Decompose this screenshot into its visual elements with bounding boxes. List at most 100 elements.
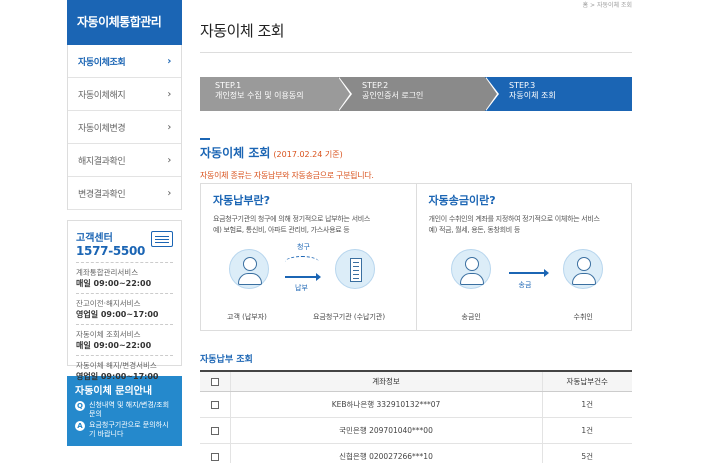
inquiry-text: 신청내역 및 해지/변경/조회 문의 (89, 401, 170, 418)
auto-payment-desc: 요금청구기관의 청구에 의해 정기적으로 납부하는 서비스 (213, 215, 370, 223)
auto-transfer-heading: 자동송금이란? (428, 194, 496, 207)
column-header-account: 계좌정보 (229, 371, 542, 392)
select-all-cell (200, 371, 230, 392)
breadcrumb[interactable]: 홈 > 자동이체 조회 (583, 0, 632, 9)
chevron-right-icon: › (167, 88, 171, 100)
claim-arrow-icon (285, 256, 319, 268)
auto-payment-example: 예) 보험료, 통신비, 아파트 관리비, 가스사용료 등 (213, 226, 350, 234)
customer-center-title: 고객센터 (76, 233, 113, 244)
sidebar-item-label: 변경결과확인 (78, 189, 126, 200)
sidebar-item-cancel-result[interactable]: 해지결과확인 › (68, 144, 181, 177)
account-cell: KEB하나은행 332910132***07 (229, 391, 542, 418)
q-badge-icon: Q (75, 401, 85, 411)
section-marker (200, 138, 210, 140)
pay-label: 납부 (295, 284, 308, 292)
sidebar-item-change-result[interactable]: 변경결과확인 › (68, 177, 181, 210)
step-label: 자동이체 조회 (509, 91, 556, 100)
step-label: 공인인증서 로그인 (362, 91, 424, 100)
inquiry-text: 요금청구기관으로 문의하시기 바랍니다 (89, 421, 169, 438)
auto-payment-table: 계좌정보 자동납부건수 KEB하나은행 332910132***07 1건 국민… (200, 370, 632, 463)
sidebar-item-label: 해지결과확인 (78, 156, 126, 167)
step-label: 개인정보 수집 및 이용동의 (215, 91, 304, 100)
step-arrow-icon (338, 77, 350, 111)
sidebar-title: 자동이체통합관리 (67, 0, 182, 45)
table-row: 국민은행 209701040***00 1건 (200, 417, 632, 444)
service-time: 매일 09:00~22:00 (76, 341, 152, 350)
auto-transfer-example: 예) 적금, 월세, 용돈, 동창회비 등 (428, 226, 521, 234)
service-name: 잔고이전·해지서비스 (76, 299, 141, 308)
table-header-row: 계좌정보 자동납부건수 (200, 371, 632, 392)
section-title-text: 자동이체 조회 (200, 146, 271, 160)
chevron-right-icon: › (167, 55, 171, 67)
info-box: 자동납부란? 요금청구기관의 청구에 의해 정기적으로 납부하는 서비스 예) … (200, 183, 632, 331)
customer-center-phone: 1577-5500 (76, 244, 146, 258)
step-number: STEP.2 (362, 81, 389, 90)
billing-org-building-icon (335, 249, 375, 289)
section-title: 자동이체 조회 (2017.02.24 기준) (200, 144, 343, 161)
step-1: STEP.1 개인정보 수집 및 이용동의 (200, 77, 352, 111)
service-hours: 잔고이전·해지서비스 영업일 09:00~17:00 (76, 293, 173, 320)
row-checkbox-cell (200, 391, 230, 418)
sender-person-icon (450, 249, 491, 289)
account-cell: 신협은행 020027266***10 (229, 443, 542, 463)
customer-center: 고객센터 1577-5500 계좌통합관리서비스 매일 09:00~22:00 … (67, 220, 182, 381)
page-title: 자동이체 조회 (200, 22, 285, 40)
step-number: STEP.1 (215, 81, 242, 90)
inquiry-row: A 요금청구기관으로 문의하시기 바랍니다 (75, 421, 174, 439)
customer-caption: 고객 (납부자) (227, 313, 267, 321)
account-cell: 국민은행 209701040***00 (229, 417, 542, 444)
service-name: 자동이체 조회서비스 (76, 330, 141, 339)
service-time: 영업일 09:00~17:00 (76, 310, 159, 319)
sidebar-item-change[interactable]: 자동이체변경 › (68, 111, 181, 144)
sidebar-item-label: 자동이체해지 (78, 90, 126, 101)
inquiry-row: Q 신청내역 및 해지/변경/조회 문의 (75, 401, 174, 419)
notice-text: 자동이체 종류는 자동납부와 자동송금으로 구분됩니다. (200, 171, 374, 180)
sidebar-item-label: 자동이체변경 (78, 123, 126, 134)
inquiry-title: 자동이체 문의안내 (75, 386, 153, 397)
sidebar-item-inquiry[interactable]: 자동이체조회 › (68, 45, 181, 78)
row-checkbox[interactable] (210, 400, 219, 409)
step-arrow-icon (485, 77, 497, 111)
sidebar-item-cancel[interactable]: 자동이체해지 › (68, 78, 181, 111)
chevron-right-icon: › (167, 154, 171, 166)
step-3-current: STEP.3 자동이체 조회 (485, 77, 632, 111)
table-row: 신협은행 020027266***10 5건 (200, 443, 632, 463)
sender-caption: 송금인 (461, 313, 481, 321)
step-number: STEP.3 (509, 81, 536, 90)
service-name: 자동이체 해지/변경서비스 (76, 361, 157, 370)
count-cell: 5건 (541, 443, 632, 463)
service-hours: 자동이체 조회서비스 매일 09:00~22:00 (76, 324, 173, 351)
column-header-count: 자동납부건수 (541, 371, 632, 392)
send-arrow-icon (508, 269, 549, 277)
sidebar-item-label: 자동이체조회 (78, 57, 126, 68)
row-checkbox-cell (200, 417, 230, 444)
row-checkbox[interactable] (210, 452, 219, 461)
table-row: KEB하나은행 332910132***07 1건 (200, 391, 632, 418)
row-checkbox[interactable] (210, 426, 219, 435)
service-hours: 자동이체 해지/변경서비스 영업일 09:00~17:00 (76, 355, 173, 382)
recipient-person-icon (562, 249, 603, 289)
a-badge-icon: A (75, 421, 85, 431)
customer-person-icon (229, 249, 269, 289)
auto-payment-heading: 자동납부란? (213, 194, 270, 207)
step-2: STEP.2 공인인증서 로그인 (338, 77, 499, 111)
auto-payment-info: 자동납부란? 요금청구기관의 청구에 의해 정기적으로 납부하는 서비스 예) … (201, 184, 416, 330)
reference-date: (2017.02.24 기준) (273, 150, 343, 159)
chevron-right-icon: › (167, 121, 171, 133)
list-title: 자동납부 조회 (200, 355, 253, 365)
row-checkbox-cell (200, 443, 230, 463)
select-all-checkbox[interactable] (210, 377, 219, 386)
service-name: 계좌통합관리서비스 (76, 268, 139, 277)
sidebar-menu: 자동이체조회 › 자동이체해지 › 자동이체변경 › 해지결과확인 › 변경결과… (67, 45, 182, 210)
step-indicator: STEP.1 개인정보 수집 및 이용동의 STEP.2 공인인증서 로그인 S… (200, 77, 632, 111)
service-hours: 계좌통합관리서비스 매일 09:00~22:00 (76, 262, 173, 289)
count-cell: 1건 (541, 417, 632, 444)
count-cell: 1건 (541, 391, 632, 418)
pay-arrow-icon (285, 273, 321, 281)
sidebar: 자동이체통합관리 자동이체조회 › 자동이체해지 › 자동이체변경 › 해지결과… (67, 0, 182, 463)
billing-org-caption: 요금청구기관 (수납기관) (313, 313, 386, 321)
send-label: 송금 (518, 281, 532, 289)
inquiry-box: 자동이체 문의안내 Q 신청내역 및 해지/변경/조회 문의 A 요금청구기관으… (67, 376, 182, 446)
phone-card-icon (151, 231, 173, 247)
divider (200, 52, 632, 53)
